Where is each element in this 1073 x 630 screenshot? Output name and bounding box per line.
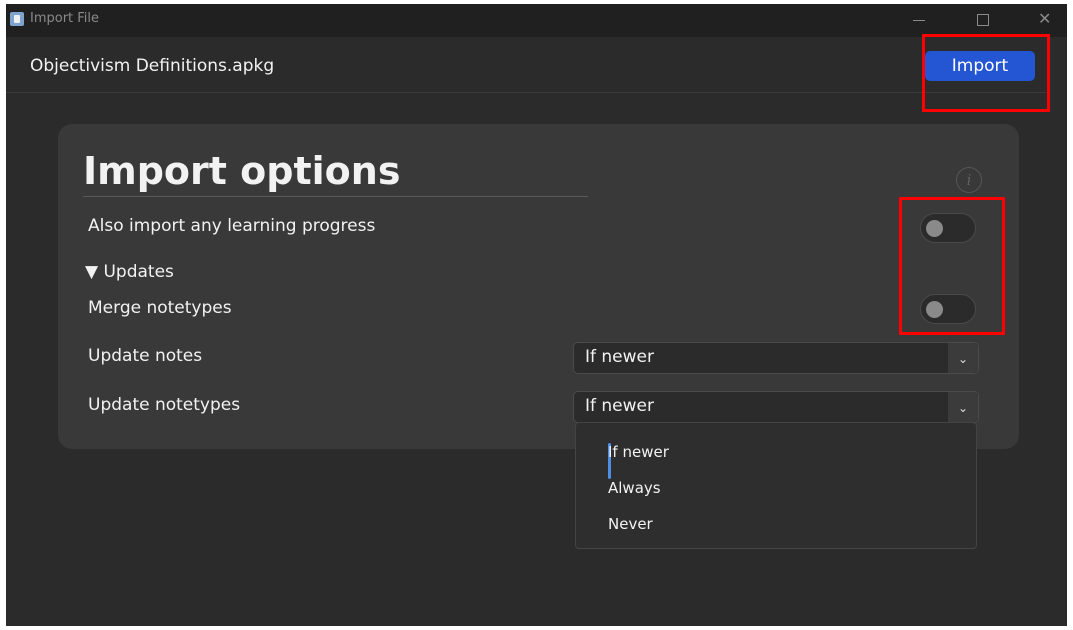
import-options-title: Import options bbox=[83, 149, 401, 193]
window-title: Import File bbox=[30, 11, 100, 26]
import-options-card: Import options i Also import any learnin… bbox=[58, 124, 1019, 449]
update-notetypes-dropdown: If newer Always Never bbox=[575, 422, 977, 549]
title-bar: Import File ✕ bbox=[6, 4, 1067, 37]
update-notetypes-value: If newer bbox=[585, 396, 654, 416]
header-bar: Objectivism Definitions.apkg bbox=[6, 37, 1067, 91]
app-icon bbox=[10, 12, 24, 26]
updates-section-toggle[interactable]: ▼ Updates bbox=[85, 262, 174, 282]
dropdown-option-always[interactable]: Always bbox=[577, 471, 975, 505]
header-divider bbox=[6, 92, 1046, 93]
update-notes-label: Update notes bbox=[88, 346, 203, 366]
file-name: Objectivism Definitions.apkg bbox=[30, 56, 275, 76]
option-label: Never bbox=[608, 515, 653, 533]
import-file-window: Import File ✕ Objectivism Definitions.ap… bbox=[6, 4, 1067, 626]
title-divider bbox=[83, 196, 588, 197]
maximize-button[interactable] bbox=[958, 4, 1004, 37]
update-notetypes-label: Update notetypes bbox=[88, 395, 241, 415]
chevron-down-icon: ⌄ bbox=[948, 343, 978, 373]
info-icon[interactable]: i bbox=[956, 167, 982, 193]
update-notetypes-select[interactable]: If newer ⌄ bbox=[573, 391, 979, 423]
chevron-down-icon: ⌄ bbox=[948, 392, 978, 422]
import-progress-label: Also import any learning progress bbox=[88, 216, 376, 236]
highlight-box-import bbox=[922, 34, 1050, 112]
update-notes-select[interactable]: If newer ⌄ bbox=[573, 342, 979, 374]
option-label: If newer bbox=[608, 443, 669, 461]
close-icon: ✕ bbox=[1038, 9, 1052, 28]
merge-notetypes-label: Merge notetypes bbox=[88, 298, 232, 318]
dropdown-option-never[interactable]: Never bbox=[577, 507, 975, 541]
option-label: Always bbox=[608, 479, 661, 497]
dropdown-option-if-newer[interactable]: If newer bbox=[577, 435, 975, 479]
highlight-box-toggles bbox=[899, 197, 1005, 335]
minimize-button[interactable] bbox=[896, 4, 942, 37]
update-notes-value: If newer bbox=[585, 347, 654, 367]
close-button[interactable]: ✕ bbox=[1021, 4, 1067, 37]
